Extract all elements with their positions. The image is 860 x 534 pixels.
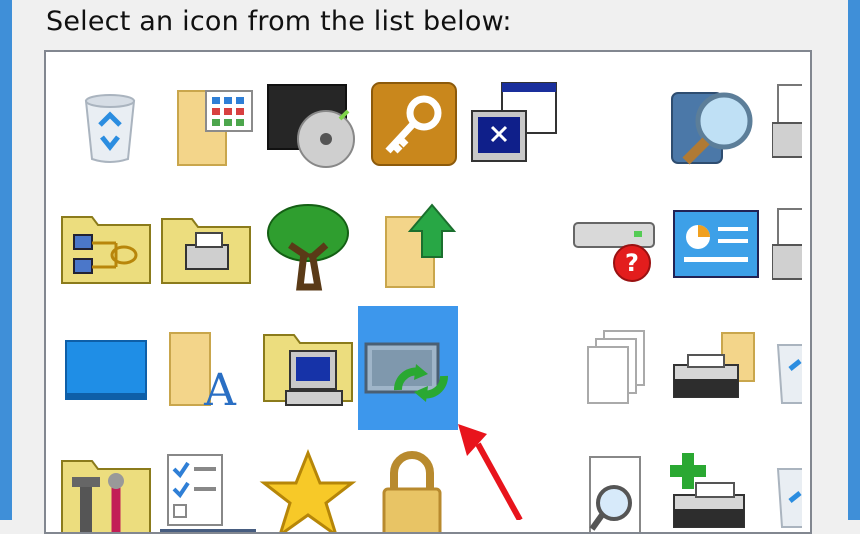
control-panel-icon[interactable] — [666, 186, 766, 304]
key-icon[interactable] — [364, 64, 464, 182]
printer-folder-icon[interactable] — [156, 186, 256, 304]
computer-folder-icon[interactable] — [258, 308, 358, 426]
svg-text:?: ? — [625, 249, 639, 277]
icon-list-prompt: Select an icon from the list below: — [46, 6, 512, 37]
printer-icon[interactable] — [772, 64, 802, 182]
add-printer-icon[interactable] — [664, 432, 764, 532]
recycle-bin-icon-3[interactable] — [772, 432, 802, 532]
blue-desktop-icon[interactable] — [56, 308, 156, 426]
fax-folder-icon[interactable] — [664, 308, 764, 426]
search-globe-icon[interactable] — [662, 64, 762, 182]
network-folder-icon[interactable] — [56, 186, 156, 304]
icon-listbox[interactable]: ? A — [44, 50, 812, 534]
documents-icon[interactable] — [568, 308, 668, 426]
upload-folder-icon[interactable] — [364, 186, 464, 304]
monitor-window-icon[interactable] — [462, 64, 562, 182]
recycle-bin-icon-2[interactable] — [772, 308, 802, 426]
lock-icon[interactable] — [362, 432, 462, 532]
sync-monitor-icon[interactable] — [358, 306, 458, 430]
tree-icon[interactable] — [258, 186, 358, 304]
window-border-right — [848, 0, 860, 520]
folder-grid-icon[interactable] — [162, 64, 262, 182]
printer-icon-2[interactable] — [772, 186, 802, 304]
font-folder-icon[interactable]: A — [156, 308, 256, 426]
checklist-icon[interactable] — [158, 432, 258, 532]
drive-help-icon[interactable]: ? — [568, 186, 668, 304]
recycle-bin-icon[interactable] — [60, 64, 160, 182]
tools-folder-icon[interactable] — [56, 432, 156, 532]
search-document-icon[interactable] — [568, 432, 668, 532]
window-border-left — [0, 0, 12, 520]
svg-text:A: A — [203, 365, 237, 416]
dvd-drive-icon[interactable] — [262, 64, 362, 182]
star-icon[interactable] — [258, 432, 358, 532]
